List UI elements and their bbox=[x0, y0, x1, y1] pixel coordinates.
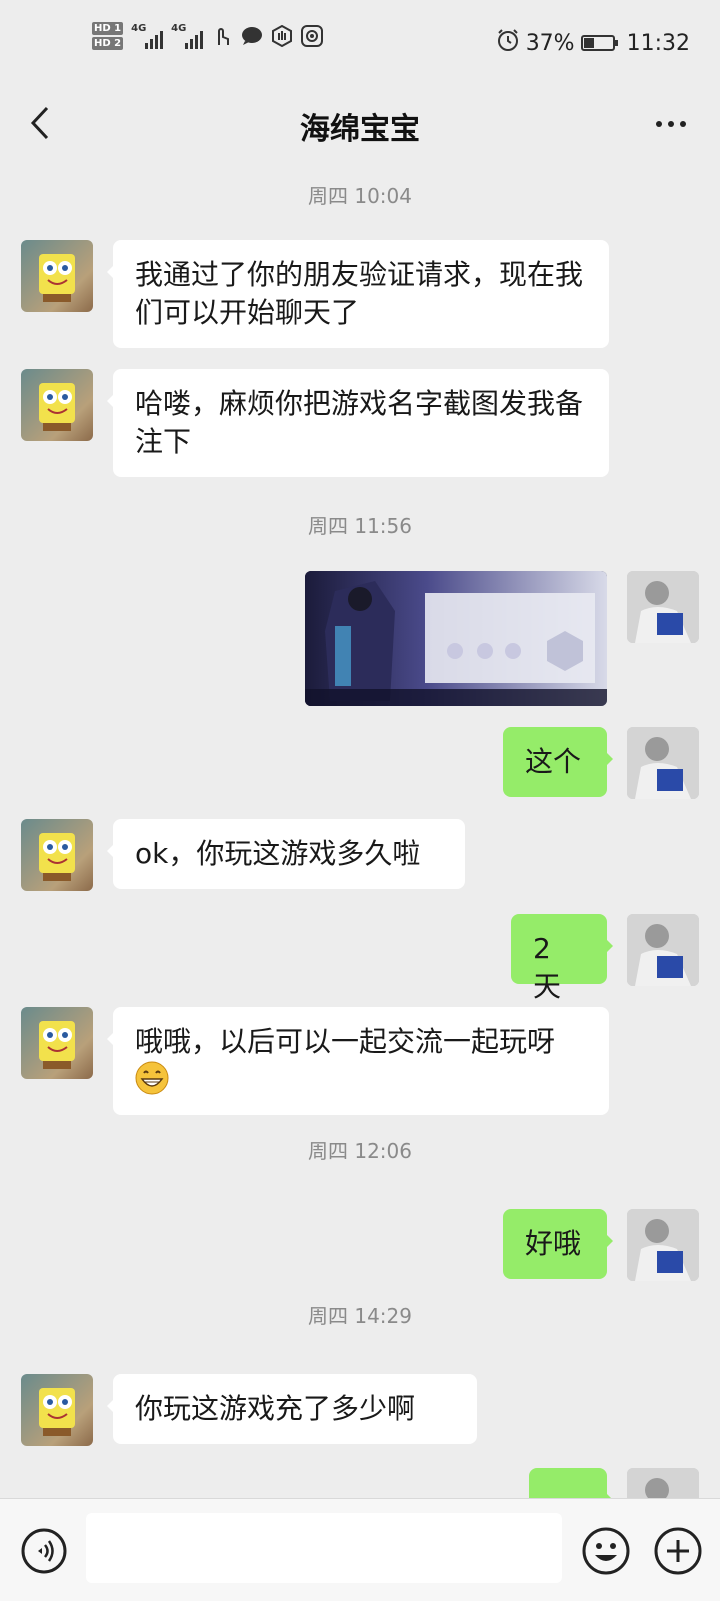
input-bar bbox=[0, 1498, 720, 1601]
user-avatar-icon bbox=[627, 1468, 699, 1498]
spongebob-avatar-icon bbox=[39, 1021, 75, 1069]
image-message[interactable] bbox=[305, 571, 607, 706]
avatar-contact[interactable] bbox=[21, 819, 93, 891]
avatar-self[interactable] bbox=[627, 914, 699, 986]
grin-emoji-icon bbox=[135, 1061, 169, 1095]
message-bubble-incoming[interactable]: ok，你玩这游戏多久啦 bbox=[107, 819, 465, 889]
spongebob-avatar-icon bbox=[39, 1388, 75, 1436]
avatar-contact[interactable] bbox=[21, 240, 93, 312]
plus-button[interactable] bbox=[652, 1525, 704, 1577]
user-avatar-icon bbox=[627, 914, 699, 986]
hd1-label: HD 1 bbox=[92, 22, 124, 35]
avatar-contact[interactable] bbox=[21, 1007, 93, 1079]
avatar-contact[interactable] bbox=[21, 369, 93, 441]
spongebob-avatar-icon bbox=[39, 254, 75, 302]
message-input[interactable] bbox=[86, 1513, 562, 1583]
emoji-button[interactable] bbox=[580, 1525, 632, 1577]
message-bubble-outgoing[interactable] bbox=[529, 1468, 613, 1498]
avatar-self[interactable] bbox=[627, 727, 699, 799]
chat-bubble-icon bbox=[241, 25, 263, 47]
net2-label: 4G bbox=[171, 23, 187, 34]
signal-2-icon: 4G bbox=[171, 23, 204, 49]
status-left: HD 1 HD 2 4G 4G bbox=[92, 22, 324, 50]
spongebob-avatar-icon bbox=[39, 383, 75, 431]
battery-percent: 37% bbox=[525, 30, 575, 56]
message-bubble-incoming[interactable]: 哦哦，以后可以一起交流一起玩呀 bbox=[107, 1007, 609, 1115]
timestamp: 周四 11:56 bbox=[308, 514, 412, 538]
user-avatar-icon bbox=[627, 727, 699, 799]
status-bar: HD 1 HD 2 4G 4G 37% 11:32 bbox=[0, 0, 720, 88]
timestamp: 周四 14:29 bbox=[308, 1304, 412, 1328]
more-dots-icon bbox=[656, 121, 662, 127]
emoji-icon bbox=[582, 1527, 630, 1575]
more-button[interactable] bbox=[648, 104, 694, 144]
avatar-self[interactable] bbox=[627, 1209, 699, 1281]
message-list[interactable]: 周四 10:04 我通过了你的朋友验证请求，现在我们可以开始聊天了 哈喽，麻烦你… bbox=[0, 160, 720, 1498]
net1-label: 4G bbox=[131, 23, 147, 34]
hd-indicator: HD 1 HD 2 bbox=[92, 22, 124, 50]
chat-title: 海绵宝宝 bbox=[300, 112, 420, 147]
target-icon bbox=[301, 25, 324, 47]
battery-icon bbox=[580, 35, 618, 51]
alarm-icon bbox=[496, 28, 520, 58]
message-bubble-incoming[interactable]: 哈喽，麻烦你把游戏名字截图发我备注下 bbox=[107, 369, 609, 477]
clock: 11:32 bbox=[626, 30, 690, 56]
message-text: 哦哦，以后可以一起交流一起玩呀 bbox=[135, 1025, 556, 1058]
signal-1-icon: 4G bbox=[131, 23, 164, 49]
timestamp: 周四 12:06 bbox=[308, 1139, 412, 1163]
voice-button[interactable] bbox=[20, 1527, 68, 1575]
hand-icon bbox=[271, 25, 293, 47]
user-avatar-icon bbox=[627, 571, 699, 643]
game-screenshot-image bbox=[305, 571, 607, 706]
avatar-contact[interactable] bbox=[21, 1374, 93, 1446]
message-bubble-outgoing[interactable]: 2 天 bbox=[511, 914, 613, 1003]
spongebob-avatar-icon bbox=[39, 833, 75, 881]
voice-icon bbox=[21, 1528, 67, 1574]
avatar-self[interactable] bbox=[627, 1468, 699, 1498]
message-bubble-incoming[interactable]: 我通过了你的朋友验证请求，现在我们可以开始聊天了 bbox=[107, 240, 609, 348]
timestamp: 周四 10:04 bbox=[308, 184, 412, 208]
avatar-self[interactable] bbox=[627, 571, 699, 643]
user-avatar-icon bbox=[627, 1209, 699, 1281]
message-bubble-outgoing[interactable]: 好哦 bbox=[503, 1209, 613, 1279]
message-bubble-incoming[interactable]: 你玩这游戏充了多少啊 bbox=[107, 1374, 477, 1444]
chat-header: 海绵宝宝 bbox=[0, 88, 720, 160]
hd2-label: HD 2 bbox=[92, 37, 124, 50]
plus-icon bbox=[654, 1527, 702, 1575]
touch-icon bbox=[211, 25, 233, 47]
message-bubble-outgoing[interactable]: 这个 bbox=[503, 727, 613, 797]
status-right: 37% 11:32 bbox=[496, 28, 690, 58]
